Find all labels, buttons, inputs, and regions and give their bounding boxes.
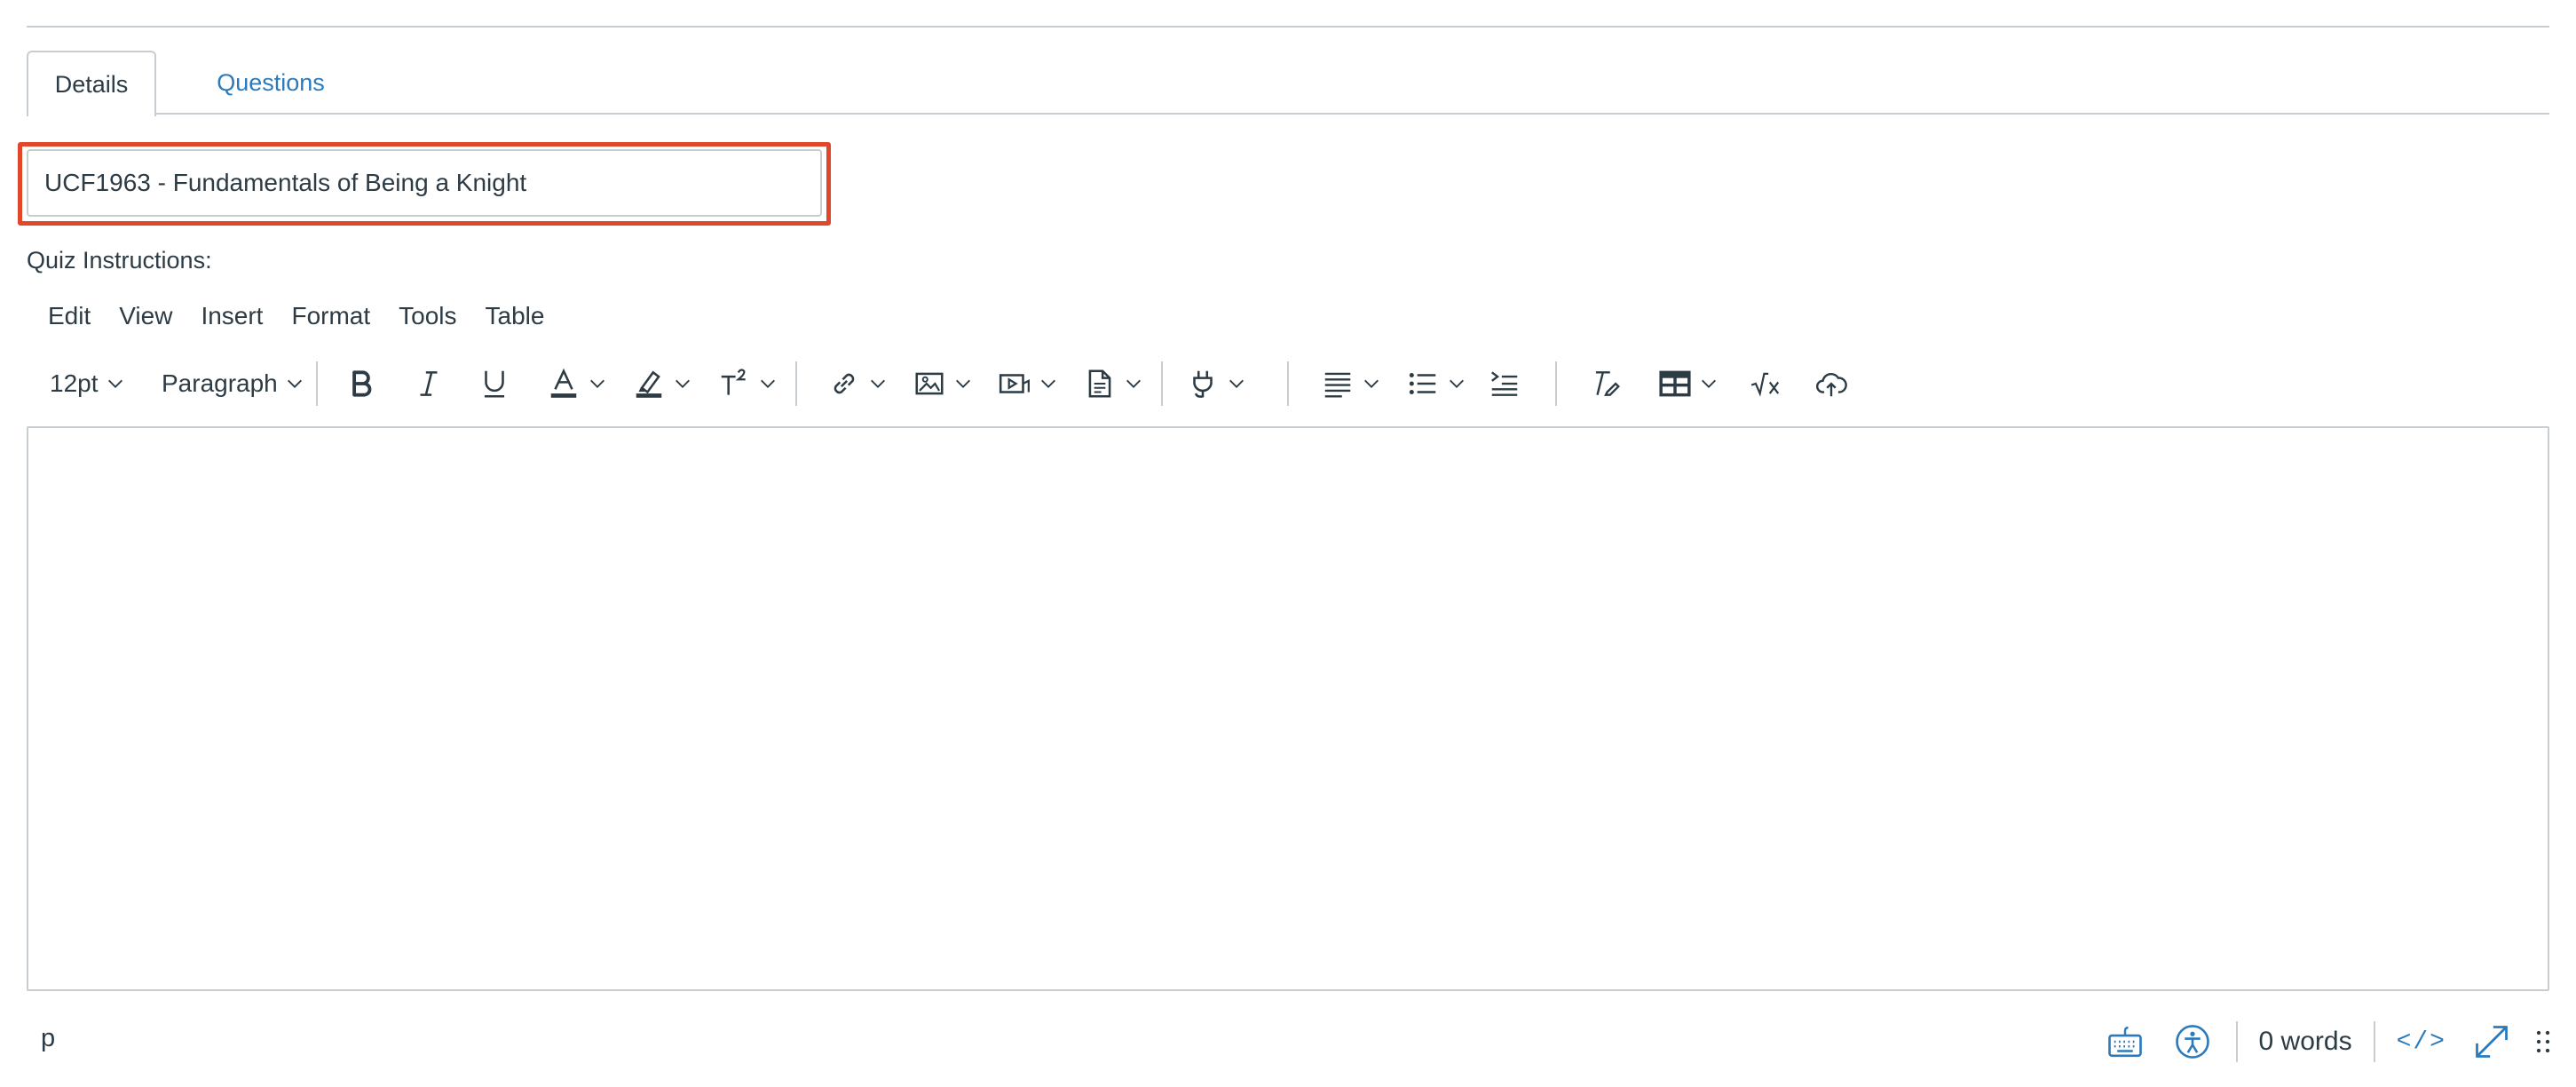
tab-questions[interactable]: Questions bbox=[186, 51, 355, 115]
plugin-icon bbox=[1193, 370, 1213, 398]
toolbar-separator bbox=[316, 361, 318, 406]
indent-button[interactable] bbox=[1488, 355, 1530, 412]
media-icon bbox=[999, 374, 1030, 393]
underline-icon bbox=[484, 370, 505, 398]
chevron-down-icon bbox=[287, 379, 302, 388]
link-icon bbox=[834, 373, 855, 394]
block-format-select[interactable]: Paragraph bbox=[137, 355, 305, 412]
toolbar-separator bbox=[795, 361, 797, 406]
equation-icon bbox=[1750, 372, 1780, 397]
superscript-icon bbox=[721, 369, 746, 395]
expand-icon bbox=[2476, 1026, 2508, 1058]
align-button[interactable] bbox=[1321, 355, 1385, 412]
top-divider bbox=[27, 26, 2549, 28]
tab-baseline bbox=[27, 113, 2549, 115]
font-size-select[interactable]: 12pt bbox=[36, 355, 137, 412]
clear-formatting-icon bbox=[1595, 371, 1620, 396]
toolbar-separator bbox=[1287, 361, 1289, 406]
apps-button[interactable] bbox=[1186, 355, 1257, 412]
list-icon bbox=[1409, 372, 1436, 395]
word-count[interactable]: 0 words bbox=[2259, 1027, 2352, 1057]
font-size-value: 12pt bbox=[50, 369, 99, 397]
table-button[interactable] bbox=[1658, 355, 1726, 412]
bold-icon bbox=[352, 370, 372, 397]
table-icon bbox=[1659, 370, 1691, 397]
text-color-icon bbox=[550, 368, 577, 398]
align-icon bbox=[1324, 372, 1351, 398]
upload-button[interactable] bbox=[1814, 355, 1857, 412]
chevron-down-icon bbox=[1702, 379, 1716, 388]
chevron-down-icon bbox=[761, 379, 775, 388]
keyboard-icon bbox=[2107, 1027, 2142, 1058]
chevron-down-icon bbox=[1126, 379, 1141, 388]
text-color-button[interactable] bbox=[547, 355, 611, 412]
menu-table[interactable]: Table bbox=[471, 297, 559, 336]
link-button[interactable] bbox=[827, 355, 891, 412]
rich-text-editor-area[interactable] bbox=[27, 426, 2549, 991]
highlight-icon bbox=[636, 370, 662, 398]
tab-bar: Details Questions bbox=[27, 51, 2549, 116]
image-button[interactable] bbox=[913, 355, 976, 412]
chevron-down-icon bbox=[107, 379, 122, 388]
toolbar-separator bbox=[1555, 361, 1557, 406]
document-icon bbox=[1088, 369, 1111, 398]
document-button[interactable] bbox=[1083, 355, 1147, 412]
media-button[interactable] bbox=[998, 355, 1062, 412]
chevron-down-icon bbox=[1229, 379, 1244, 388]
underline-button[interactable] bbox=[478, 355, 520, 412]
tab-details[interactable]: Details bbox=[27, 51, 156, 116]
accessibility-checker-button[interactable] bbox=[2169, 1020, 2216, 1064]
italic-icon bbox=[420, 371, 438, 396]
chevron-down-icon bbox=[956, 379, 970, 388]
menu-view[interactable]: View bbox=[105, 297, 186, 336]
status-separator bbox=[2373, 1021, 2375, 1062]
editor-status-bar: 0 words </> bbox=[2101, 1020, 2556, 1064]
menu-format[interactable]: Format bbox=[277, 297, 384, 336]
element-path[interactable]: p bbox=[41, 1024, 55, 1053]
highlight-color-button[interactable] bbox=[632, 355, 696, 412]
chevron-down-icon bbox=[871, 379, 885, 388]
toolbar-separator bbox=[1161, 361, 1163, 406]
menu-edit[interactable]: Edit bbox=[34, 297, 105, 336]
list-button[interactable] bbox=[1406, 355, 1470, 412]
superscript-button[interactable] bbox=[717, 355, 781, 412]
fullscreen-button[interactable] bbox=[2469, 1020, 2514, 1064]
editor-toolbar: 12pt Paragraph bbox=[36, 355, 1857, 412]
upload-cloud-icon bbox=[1815, 372, 1847, 397]
chevron-down-icon bbox=[676, 379, 690, 388]
indent-icon bbox=[1491, 371, 1518, 396]
block-format-value: Paragraph bbox=[162, 369, 278, 397]
status-separator bbox=[2235, 1021, 2238, 1062]
resize-handle[interactable] bbox=[2530, 1020, 2556, 1064]
quiz-instructions-label: Quiz Instructions: bbox=[27, 247, 212, 274]
chevron-down-icon bbox=[1041, 379, 1055, 388]
chevron-down-icon bbox=[1450, 379, 1464, 388]
chevron-down-icon bbox=[1364, 379, 1379, 388]
clear-formatting-button[interactable] bbox=[1589, 355, 1632, 412]
editor-menubar: Edit View Insert Format Tools Table bbox=[34, 297, 558, 336]
quiz-title-input[interactable] bbox=[27, 149, 822, 217]
html-editor-toggle[interactable]: </> bbox=[2397, 1028, 2446, 1056]
image-icon bbox=[915, 372, 944, 395]
menu-tools[interactable]: Tools bbox=[384, 297, 470, 336]
keyboard-shortcuts-button[interactable] bbox=[2101, 1020, 2149, 1064]
bold-button[interactable] bbox=[344, 355, 387, 412]
drag-handle-icon bbox=[2536, 1030, 2550, 1053]
equation-button[interactable] bbox=[1749, 355, 1791, 412]
accessibility-icon bbox=[2175, 1025, 2209, 1059]
italic-button[interactable] bbox=[412, 355, 454, 412]
chevron-down-icon bbox=[590, 379, 604, 388]
menu-insert[interactable]: Insert bbox=[186, 297, 277, 336]
